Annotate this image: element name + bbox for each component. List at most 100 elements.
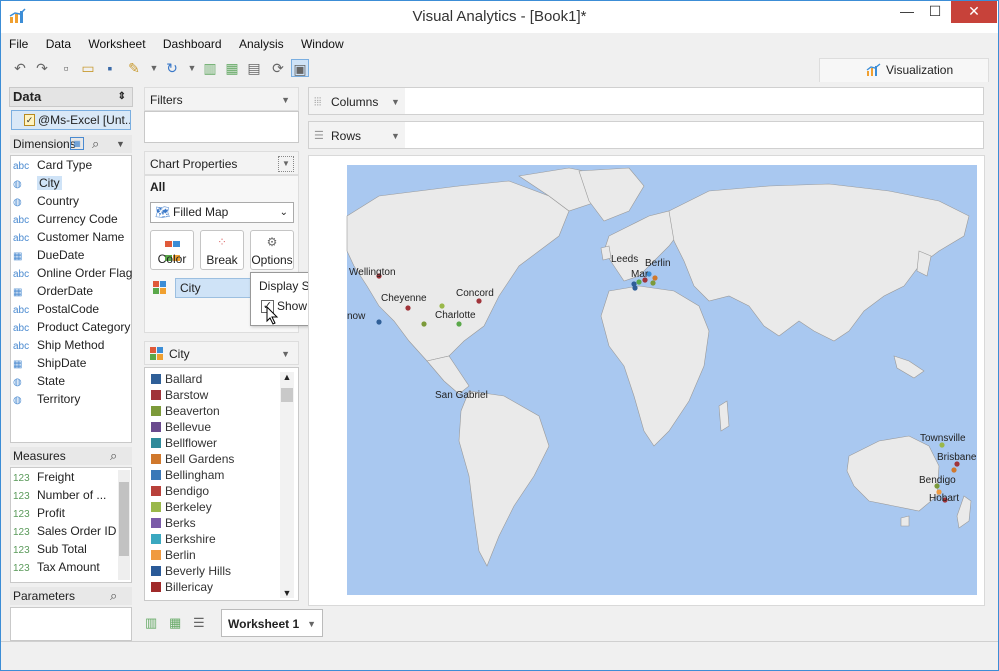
search-icon[interactable]: ⌕	[92, 135, 99, 153]
map-marker[interactable]	[405, 305, 411, 311]
chevron-down-icon[interactable]: ▼	[145, 59, 163, 77]
dimension-item[interactable]: ▦ ShipDate	[13, 355, 86, 372]
chevron-down-icon[interactable]: ▼	[183, 59, 201, 77]
search-icon[interactable]: ⌕	[110, 587, 117, 605]
measure-item[interactable]: 123 Tax Amount	[13, 559, 100, 576]
redo-icon[interactable]: ↷	[33, 59, 51, 77]
map-marker[interactable]	[421, 321, 427, 327]
map-marker[interactable]	[439, 303, 445, 309]
datasource-item[interactable]: ✓ @Ms-Excel [Unt...	[11, 110, 131, 130]
menu-data[interactable]: Data	[46, 37, 71, 51]
chevron-down-icon[interactable]: ▼	[281, 88, 290, 112]
menu-window[interactable]: Window	[301, 37, 344, 51]
add-chart-icon[interactable]: ▥	[201, 59, 219, 77]
legend-scrollbar[interactable]: ▲ ▼	[280, 372, 294, 598]
dimension-item[interactable]: ◍ City	[13, 175, 62, 192]
legend-item[interactable]: Berkshire	[151, 531, 216, 547]
chevron-down-icon[interactable]: ▼	[116, 135, 125, 153]
menu-worksheet[interactable]: Worksheet	[88, 37, 145, 51]
measures-scrollbar[interactable]	[118, 470, 130, 580]
chart-icon[interactable]: ▤	[245, 59, 263, 77]
legend-item[interactable]: Bellingham	[151, 467, 224, 483]
legend-item[interactable]: Barstow	[151, 387, 208, 403]
map-marker[interactable]	[650, 280, 656, 286]
measure-item[interactable]: 123 Sub Total	[13, 541, 87, 558]
dimension-item[interactable]: abc Online Order Flag	[13, 265, 132, 282]
menu-analysis[interactable]: Analysis	[239, 37, 284, 51]
legend-item[interactable]: Bendigo	[151, 483, 209, 499]
world-map[interactable]: Leeds BerlinMar Cheyenne Concord Charlotte Sa…	[309, 156, 986, 607]
search-icon[interactable]: ⌕	[110, 447, 117, 465]
add-worksheet-icon[interactable]: ▥	[145, 615, 157, 631]
legend-item[interactable]: Beverly Hills	[151, 563, 231, 579]
dimension-item[interactable]: ◍ Country	[13, 193, 79, 210]
map-container[interactable]: Leeds Berlin Mar Cheyenne Concord Charlotte Sa…	[308, 155, 985, 606]
scroll-down-icon[interactable]: ▼	[280, 588, 294, 598]
new-file-icon[interactable]: ▫	[57, 59, 75, 77]
close-button[interactable]: ✕	[951, 1, 997, 23]
dimension-item[interactable]: abc PostalCode	[13, 301, 99, 318]
dimension-item[interactable]: ▦ DueDate	[13, 247, 84, 264]
measure-item[interactable]: 123 Number of ...	[13, 487, 106, 504]
dimension-item[interactable]: ◍ Territory	[13, 391, 80, 408]
legend-item[interactable]: Berlin	[151, 547, 196, 563]
filters-drop-area[interactable]	[144, 111, 299, 143]
menu-dashboard[interactable]: Dashboard	[163, 37, 222, 51]
legend-item[interactable]: Billericay	[151, 579, 213, 595]
legend-item[interactable]: Bellevue	[151, 419, 211, 435]
add-dashboard-icon[interactable]: ▦	[169, 615, 181, 631]
map-marker[interactable]	[376, 319, 382, 325]
minimize-button[interactable]: —	[893, 1, 921, 23]
measure-item[interactable]: 123 Profit	[13, 505, 65, 522]
color-field-pill[interactable]: City	[175, 278, 251, 298]
presentation-icon[interactable]: ▣	[291, 59, 309, 77]
tab-worksheet-1[interactable]: Worksheet 1 ▼	[221, 609, 323, 637]
legend-item[interactable]: Beaverton	[151, 403, 220, 419]
dimension-item[interactable]: abc Ship Method	[13, 337, 104, 354]
legend-item[interactable]: Bell Gardens	[151, 451, 234, 467]
break-button[interactable]: ⁘ Break	[200, 230, 244, 270]
visualization-tab[interactable]: Visualization	[819, 58, 989, 82]
map-marker[interactable]	[652, 275, 658, 281]
map-marker[interactable]	[476, 298, 482, 304]
sort-icon[interactable]: ⇕	[118, 88, 126, 106]
chevron-down-icon[interactable]: ▼	[391, 122, 400, 150]
legend-item[interactable]: Berks	[151, 515, 196, 531]
menu-file[interactable]: File	[9, 37, 28, 51]
color-button[interactable]: Color	[150, 230, 194, 270]
dimension-item[interactable]: abc Product Category	[13, 319, 130, 336]
data-source-icon[interactable]: ✎	[125, 59, 143, 77]
map-marker[interactable]	[636, 279, 642, 285]
scroll-up-icon[interactable]: ▲	[280, 372, 294, 382]
connect-icon[interactable]: ⟳	[269, 59, 287, 77]
save-icon[interactable]: ▪	[101, 59, 119, 77]
chart-type-select[interactable]: 🗺 Filled Map ⌄	[150, 202, 294, 223]
chevron-down-icon[interactable]: ▼	[307, 610, 316, 638]
columns-shelf[interactable]: ⦙⦙⦙ Columns ▼	[308, 87, 984, 115]
maximize-button[interactable]: ☐	[921, 1, 949, 23]
table-icon[interactable]: ▦	[70, 137, 84, 150]
dimension-item[interactable]: abc Currency Code	[13, 211, 118, 228]
map-marker[interactable]	[632, 285, 638, 291]
chevron-down-icon[interactable]: ▼	[281, 342, 290, 366]
measure-item[interactable]: 123 Sales Order ID	[13, 523, 116, 540]
dimension-item[interactable]: abc Customer Name	[13, 229, 124, 246]
measure-item[interactable]: 123 Freight	[13, 469, 74, 486]
chevron-down-icon[interactable]: ▼	[391, 88, 400, 116]
list-icon[interactable]: ☰	[193, 615, 205, 631]
open-folder-icon[interactable]: ▭	[79, 59, 97, 77]
map-marker[interactable]	[951, 467, 957, 473]
rows-shelf[interactable]: ☰ Rows ▼	[308, 121, 984, 149]
legend-item[interactable]: Berkeley	[151, 499, 212, 515]
undo-icon[interactable]: ↶	[11, 59, 29, 77]
add-dashboard-icon[interactable]: ▦	[223, 59, 241, 77]
legend-item[interactable]: Bellflower	[151, 435, 217, 451]
dimension-item[interactable]: ▦ OrderDate	[13, 283, 93, 300]
dimension-item[interactable]: abc Card Type	[13, 157, 92, 174]
options-button[interactable]: ⚙ Options	[250, 230, 294, 270]
chevron-down-icon[interactable]: ▼	[278, 156, 294, 172]
map-marker[interactable]	[456, 321, 462, 327]
refresh-icon[interactable]: ↻	[163, 59, 181, 77]
dimension-item[interactable]: ◍ State	[13, 373, 65, 390]
legend-item[interactable]: Ballard	[151, 371, 202, 387]
